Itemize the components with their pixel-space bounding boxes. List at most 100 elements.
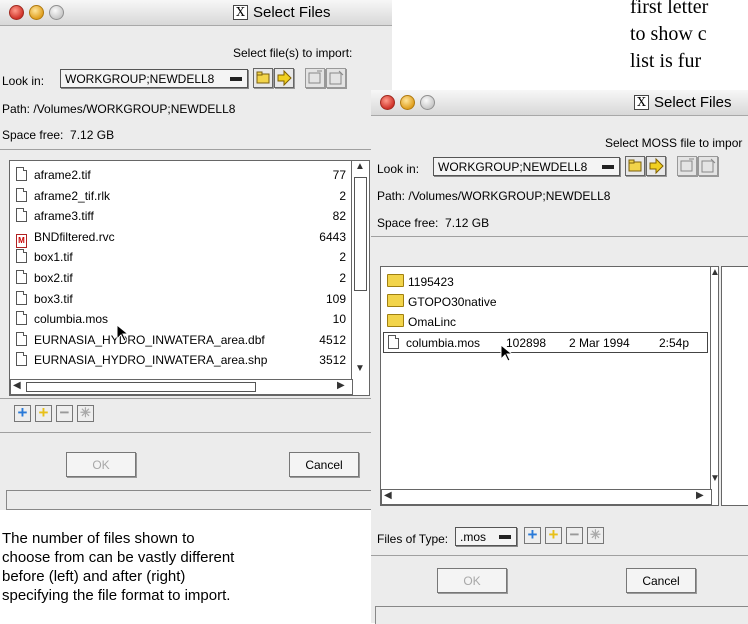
document-icon	[16, 167, 27, 181]
file-name: columbia.mos	[406, 336, 481, 350]
scroll-thumb[interactable]	[26, 382, 256, 392]
file-name: BNDfiltered.rvc	[34, 229, 115, 244]
view-details-button[interactable]	[326, 68, 346, 88]
status-bar	[6, 490, 392, 510]
close-window-button[interactable]	[9, 5, 24, 20]
vertical-scrollbar[interactable]: ▲ ▼	[710, 267, 718, 489]
file-row[interactable]: EURNASIA_HYDRO_INWATERA_area.shp 3512	[16, 350, 350, 371]
files-of-type-dropdown[interactable]: .mos	[455, 527, 517, 546]
scroll-up-icon[interactable]: ▲	[710, 267, 718, 278]
caption-line: choose from can be vastly different	[2, 549, 235, 566]
caption-line: before (left) and after (right)	[2, 568, 186, 585]
ok-button[interactable]: OK	[66, 452, 136, 477]
add-file-button[interactable]: +	[524, 526, 541, 544]
left-select-files-window: X Select Files Select file(s) to import: …	[0, 0, 392, 510]
file-list[interactable]: 1195423 GTOPO30native OmaLinc columbia.m…	[380, 266, 719, 506]
remove-file-button[interactable]: −	[56, 403, 73, 422]
document-icon	[16, 270, 27, 284]
scroll-down-icon[interactable]: ▼	[710, 473, 718, 484]
space-label: Space free:	[377, 216, 439, 230]
close-window-button[interactable]	[380, 95, 395, 110]
add-file-button[interactable]: +	[14, 404, 31, 422]
vertical-scrollbar[interactable]: ▲ ▼	[351, 161, 369, 379]
scroll-right-icon[interactable]: ▶	[696, 490, 704, 501]
bg-line: to show c	[630, 23, 707, 45]
x11-icon: X	[634, 95, 649, 110]
folder-row[interactable]: 1195423	[387, 272, 454, 293]
file-row[interactable]: aframe2_tif.rlk 2	[16, 186, 350, 207]
view-details-button[interactable]	[698, 156, 718, 176]
space-value: 7.12 GB	[70, 128, 115, 142]
new-folder-button[interactable]	[625, 156, 645, 176]
file-row[interactable]: aframe2.tif 77	[16, 165, 350, 186]
clear-icon: ✳	[590, 527, 601, 542]
dropdown-caret-icon	[499, 535, 511, 539]
look-in-dropdown[interactable]: WORKGROUP;NEWDELL8	[433, 157, 620, 176]
file-row[interactable]: columbia.mos 10	[16, 309, 350, 330]
remove-all-button[interactable]: ✳	[77, 405, 94, 422]
cancel-button[interactable]: Cancel	[626, 568, 696, 593]
file-name: EURNASIA_HYDRO_INWATERA_area.shp	[34, 353, 268, 368]
caption-line: The number of files shown to	[2, 530, 195, 547]
file-size: 3512	[319, 353, 346, 368]
look-in-value: WORKGROUP;NEWDELL8	[438, 160, 588, 174]
scroll-left-icon[interactable]: ◀	[13, 380, 21, 391]
minimize-window-button[interactable]	[29, 5, 44, 20]
cancel-button[interactable]: Cancel	[289, 452, 359, 477]
divider	[371, 555, 748, 556]
divider	[371, 236, 748, 237]
minimize-window-button[interactable]	[400, 95, 415, 110]
file-list[interactable]: aframe2.tif 77 aframe2_tif.rlk 2 aframe3.tif…	[9, 160, 370, 396]
title-bar: X Select Files	[371, 90, 748, 116]
minus-icon: −	[59, 403, 70, 422]
file-row[interactable]: box3.tif 109	[16, 289, 350, 310]
file-row[interactable]: box2.tif 2	[16, 268, 350, 289]
plus-yellow-icon: +	[38, 403, 49, 422]
scroll-up-icon[interactable]: ▲	[355, 161, 365, 172]
file-row[interactable]: aframe3.tiff 82	[16, 206, 350, 227]
zoom-window-button[interactable]	[420, 95, 435, 110]
look-in-dropdown[interactable]: WORKGROUP;NEWDELL8	[60, 69, 248, 88]
horizontal-scrollbar[interactable]: ◀ ▶	[10, 379, 353, 395]
file-time: 2:54p	[659, 336, 690, 350]
divider	[0, 398, 392, 399]
scroll-right-icon[interactable]: ▶	[337, 380, 345, 391]
file-size: 77	[332, 168, 346, 182]
view-list-button[interactable]	[677, 156, 697, 176]
folder-row[interactable]: OmaLinc	[387, 312, 456, 333]
right-select-files-window: X Select Files Select MOSS file to impor …	[371, 90, 748, 624]
folder-icon	[387, 294, 404, 307]
path-label: Path:	[377, 189, 406, 203]
scroll-left-icon[interactable]: ◀	[384, 490, 392, 501]
space-row: Space free: 7.12 GB	[2, 128, 114, 142]
scroll-thumb[interactable]	[354, 177, 367, 291]
file-row[interactable]: box1.tif 2	[16, 247, 350, 268]
go-up-button[interactable]	[274, 68, 294, 88]
file-name: aframe2.tif	[34, 168, 91, 182]
files-of-type-value: .mos	[460, 530, 487, 544]
new-folder-button[interactable]	[253, 68, 273, 88]
file-row[interactable]: EURNASIA_HYDRO_INWATERA_area.dbf 4512	[16, 330, 350, 351]
folder-icon	[628, 159, 642, 172]
view-list-button[interactable]	[305, 68, 325, 88]
path-row: Path: /Volumes/WORKGROUP;NEWDELL8	[2, 102, 235, 116]
list-view-icon	[680, 158, 694, 172]
go-up-button[interactable]	[646, 156, 666, 176]
bg-line: first letter	[630, 0, 709, 18]
dialog-heading: Select file(s) to import:	[233, 46, 353, 60]
remove-file-button[interactable]: −	[566, 526, 583, 544]
zoom-window-button[interactable]	[49, 5, 64, 20]
file-row[interactable]: M BNDfiltered.rvc 6443	[16, 227, 350, 248]
add-all-button[interactable]: +	[545, 526, 562, 544]
remove-all-button[interactable]: ✳	[587, 527, 604, 544]
ok-button[interactable]: OK	[437, 568, 507, 593]
file-row-selected[interactable]: columbia.mos 102898 2 Mar 1994 2:54p	[383, 332, 708, 353]
folder-icon	[387, 274, 404, 287]
horizontal-scrollbar[interactable]: ◀ ▶	[381, 489, 712, 505]
scroll-down-icon[interactable]: ▼	[355, 363, 365, 374]
add-all-button[interactable]: +	[35, 403, 52, 422]
document-icon	[388, 335, 399, 349]
files-of-type-label: Files of Type:	[377, 532, 449, 546]
window-title: X Select Files	[233, 4, 331, 21]
folder-row[interactable]: GTOPO30native	[387, 292, 497, 313]
